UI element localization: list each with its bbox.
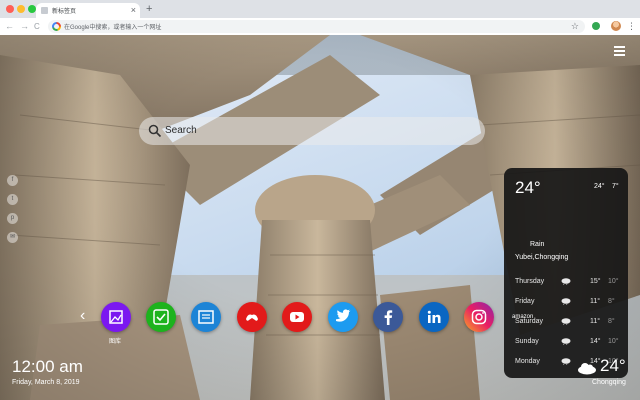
tab-strip: 新标签页 × +: [0, 0, 640, 18]
check-icon: [153, 309, 169, 325]
pinterest-icon[interactable]: p: [7, 213, 18, 224]
today-high: 24°: [594, 183, 605, 190]
forecast-row: Saturday 11° 8°: [504, 318, 628, 338]
page-favicon-icon: [41, 7, 48, 14]
bookmark-star-icon[interactable]: ☆: [571, 21, 579, 32]
forecast-day: Thursday: [515, 278, 545, 285]
app-game[interactable]: [237, 302, 267, 332]
forward-button[interactable]: →: [20, 20, 29, 33]
window-maximize-button[interactable]: [28, 5, 36, 13]
clock-time: 12:00 am: [12, 357, 83, 376]
youtube-icon: [290, 312, 304, 322]
app-facebook[interactable]: [373, 302, 403, 332]
forecast-high: 14°: [590, 338, 601, 345]
forecast-row: Thursday 15° 10°: [504, 278, 628, 298]
gallery-icon: [109, 310, 123, 324]
side-social-icons: f t p ✉: [7, 175, 19, 251]
window-close-button[interactable]: [6, 5, 14, 13]
extension-icon[interactable]: [592, 22, 600, 30]
app-check[interactable]: [146, 302, 176, 332]
forecast-high: 11°: [590, 318, 601, 325]
browser-menu-icon[interactable]: ⋮: [627, 20, 636, 32]
today-low: 7°: [612, 183, 619, 190]
weather-card: 24° 24° 7° Rain Yubei,Chongqing Thursday…: [504, 168, 628, 378]
google-icon: [52, 22, 61, 31]
new-tab-page: Search f t p ✉ 24° 24° 7° Rain Yubei,Cho…: [0, 35, 640, 400]
cloud-rain-icon: [561, 358, 571, 365]
forecast-day: Sunday: [515, 338, 539, 345]
address-bar[interactable]: 在Google中搜索，或者输入一个网址 ☆: [48, 20, 585, 33]
app-instagram[interactable]: [464, 302, 494, 332]
window-minimize-button[interactable]: [17, 5, 25, 13]
linkedin-icon: [427, 310, 441, 323]
instagram-icon: [471, 309, 487, 325]
tab-title: 新标签页: [52, 9, 77, 15]
facebook-icon: [384, 310, 393, 325]
forecast-low: 8°: [608, 298, 615, 305]
game-icon: [246, 314, 258, 321]
cloud-rain-icon: [561, 318, 571, 325]
cloud-rain-icon: [561, 298, 571, 305]
forecast-low: 10°: [608, 278, 619, 285]
settings-menu-icon[interactable]: [614, 46, 625, 56]
twitter-icon: [336, 309, 351, 322]
cloud-rain-icon: [561, 338, 571, 345]
current-temperature: 24°: [515, 178, 541, 197]
forecast-day: Monday: [515, 358, 540, 365]
weather-location: Yubei,Chongqing: [515, 254, 569, 261]
search-input[interactable]: Search: [165, 125, 197, 136]
search-bar[interactable]: Search: [139, 117, 485, 145]
app-linkedin[interactable]: [419, 302, 449, 332]
news-icon: [198, 310, 214, 324]
bottom-weather-temperature: 24°: [600, 356, 626, 375]
app-twitter[interactable]: [328, 302, 358, 332]
forecast-low: 10°: [608, 338, 619, 345]
tab-close-icon[interactable]: ×: [131, 4, 136, 16]
active-tab[interactable]: 新标签页 ×: [36, 3, 140, 18]
twitter-icon[interactable]: t: [7, 194, 18, 205]
new-tab-button[interactable]: +: [146, 2, 152, 16]
search-icon: [148, 124, 162, 138]
forecast-high: 11°: [590, 298, 601, 305]
address-bar-placeholder: 在Google中搜索，或者输入一个网址: [64, 25, 162, 31]
app-label-amazon: amazon: [512, 314, 534, 320]
back-button[interactable]: ←: [5, 20, 14, 33]
forecast-low: 8°: [608, 318, 615, 325]
app-label: 图库: [109, 339, 122, 345]
dock-prev-arrow[interactable]: ‹: [80, 305, 85, 327]
browser-toolbar: ← → C 在Google中搜索，或者输入一个网址 ☆: [0, 18, 640, 36]
profile-avatar[interactable]: [611, 21, 621, 31]
cloud-icon: [578, 363, 596, 375]
app-youtube[interactable]: [282, 302, 312, 332]
cloud-rain-icon: [561, 278, 571, 285]
app-gallery[interactable]: [101, 302, 131, 332]
forecast-row: Sunday 14° 10°: [504, 338, 628, 358]
forecast-high: 15°: [590, 278, 601, 285]
clock-date: Friday, March 8, 2019: [12, 379, 80, 386]
mail-icon[interactable]: ✉: [7, 232, 18, 243]
weather-condition: Rain: [530, 241, 545, 248]
app-news[interactable]: [191, 302, 221, 332]
reload-button[interactable]: C: [34, 20, 40, 33]
bottom-weather-city: Chongqing: [592, 379, 626, 386]
forecast-day: Friday: [515, 298, 535, 305]
facebook-icon[interactable]: f: [7, 175, 18, 186]
